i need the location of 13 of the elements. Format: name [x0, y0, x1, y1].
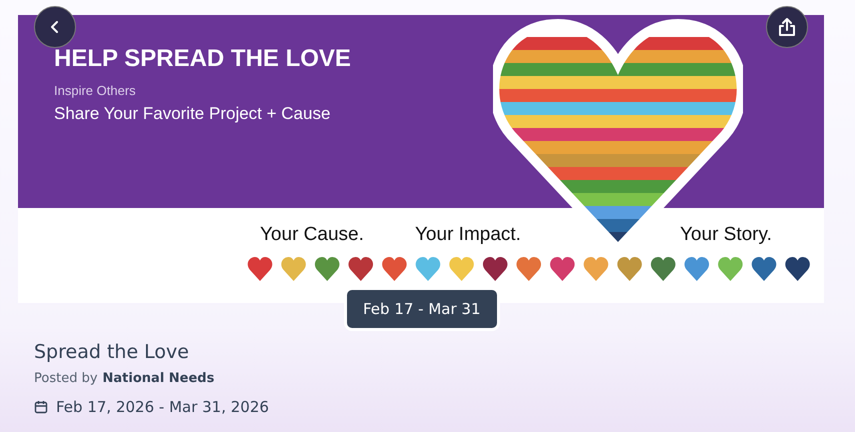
date-range: Feb 17, 2026 - Mar 31, 2026	[56, 398, 269, 416]
slogan: Your Cause.	[260, 224, 365, 246]
banner-subheadline: Inspire Others	[54, 83, 137, 98]
author-name: National Needs	[102, 371, 214, 386]
posted-by-label: Posted by	[34, 371, 98, 386]
slogan: Your Impact.	[415, 224, 522, 246]
banner-headline: HELP SPREAD THE LOVE	[54, 45, 352, 73]
slogan: Your Story.	[680, 224, 773, 246]
banner-tagline: Share Your Favorite Project + Cause	[54, 104, 332, 124]
share-icon	[778, 17, 796, 37]
date-badge: Feb 17 - Mar 31	[344, 287, 500, 331]
post-title: Spread the Love	[34, 341, 190, 363]
calendar-icon	[34, 400, 48, 414]
